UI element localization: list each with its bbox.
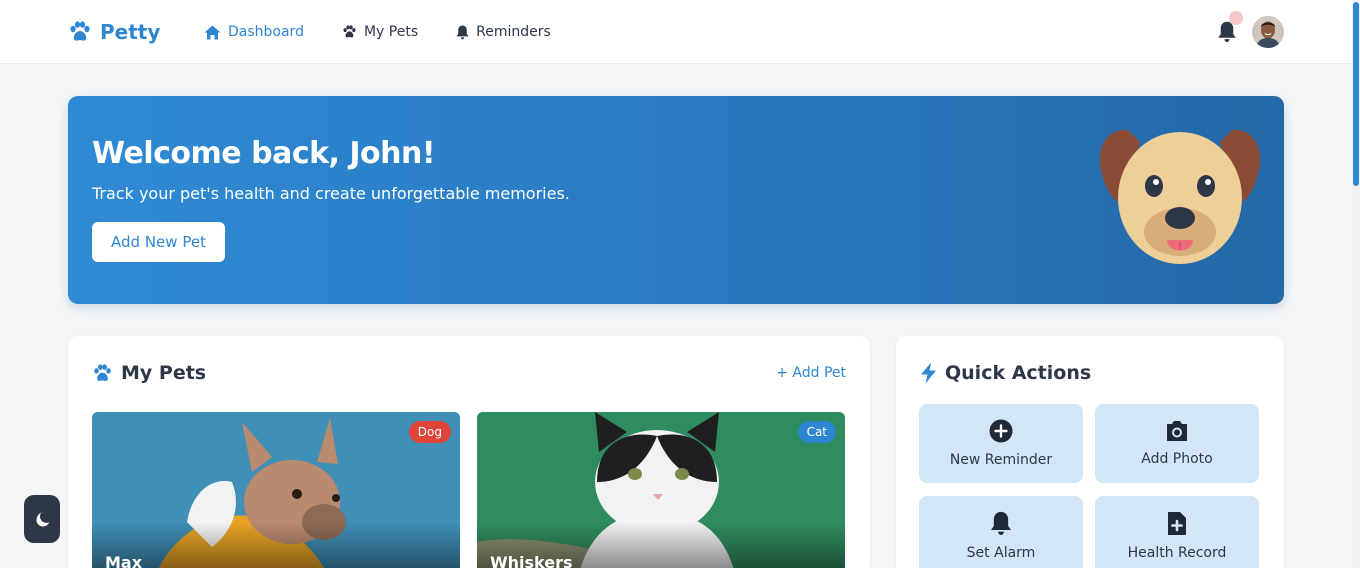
nav-reminders-label: Reminders — [476, 24, 551, 40]
quick-actions-title-text: Quick Actions — [945, 362, 1092, 384]
pet-name: Max — [105, 553, 143, 568]
photo-shade — [92, 522, 460, 568]
add-new-pet-button[interactable]: Add New Pet — [92, 222, 225, 262]
pet-type-badge: Dog — [408, 421, 451, 443]
home-icon — [204, 25, 221, 39]
camera-icon — [1167, 421, 1187, 441]
plus-circle-icon — [989, 419, 1013, 443]
notification-dot — [1229, 11, 1243, 25]
top-navbar: Petty Dashboard My Pets Reminders — [0, 0, 1352, 64]
app-logo[interactable]: Petty — [68, 18, 160, 46]
pet-name: Whiskers — [490, 553, 573, 568]
add-pet-link[interactable]: + Add Pet — [776, 365, 846, 381]
main-nav: Dashboard My Pets Reminders — [204, 20, 551, 44]
avatar-image — [1252, 16, 1284, 48]
pet-card-whiskers[interactable]: Cat Whiskers — [477, 412, 845, 568]
dark-mode-toggle[interactable] — [24, 495, 60, 543]
nav-dashboard-label: Dashboard — [228, 24, 304, 40]
nav-dashboard[interactable]: Dashboard — [204, 20, 304, 44]
my-pets-title: My Pets — [92, 362, 206, 384]
set-alarm-label: Set Alarm — [966, 544, 1036, 561]
pet-card-max[interactable]: Dog Max — [92, 412, 460, 568]
pet-type-badge: Cat — [797, 421, 836, 443]
new-reminder-label: New Reminder — [949, 452, 1053, 468]
health-record-button[interactable]: Health Record — [1095, 496, 1259, 568]
health-record-label: Health Record — [1127, 544, 1227, 561]
set-alarm-button[interactable]: Set Alarm — [919, 496, 1083, 568]
add-photo-button[interactable]: Add Photo — [1095, 404, 1259, 483]
quick-actions-card: Quick Actions New Reminder Add Photo Set… — [896, 336, 1284, 568]
welcome-subtitle: Track your pet's health and create unfor… — [92, 184, 570, 203]
moon-icon — [36, 512, 50, 527]
my-pets-title-text: My Pets — [121, 362, 207, 384]
quick-actions-title: Quick Actions — [920, 362, 1091, 384]
dog-illustration — [1099, 129, 1261, 264]
paw-icon — [343, 25, 356, 38]
bolt-icon — [921, 362, 936, 384]
bell-icon — [456, 25, 469, 39]
scrollbar-thumb[interactable] — [1353, 2, 1359, 186]
bell-icon — [991, 511, 1011, 535]
nav-my-pets-label: My Pets — [363, 24, 419, 40]
my-pets-card: My Pets + Add Pet Dog Max Cat Whiskers — [68, 336, 870, 568]
nav-reminders[interactable]: Reminders — [456, 20, 551, 44]
nav-my-pets[interactable]: My Pets — [342, 20, 418, 44]
paw-icon — [94, 363, 111, 381]
new-reminder-button[interactable]: New Reminder — [919, 404, 1083, 483]
welcome-title: Welcome back, John! — [92, 136, 436, 171]
add-photo-label: Add Photo — [1141, 451, 1213, 467]
app-name: Petty — [100, 20, 161, 44]
user-avatar[interactable] — [1252, 16, 1284, 48]
medical-file-icon — [1168, 511, 1186, 535]
page-scrollbar[interactable] — [1352, 0, 1360, 568]
paw-icon — [70, 21, 90, 41]
welcome-banner: Welcome back, John! Track your pet's hea… — [68, 96, 1284, 304]
